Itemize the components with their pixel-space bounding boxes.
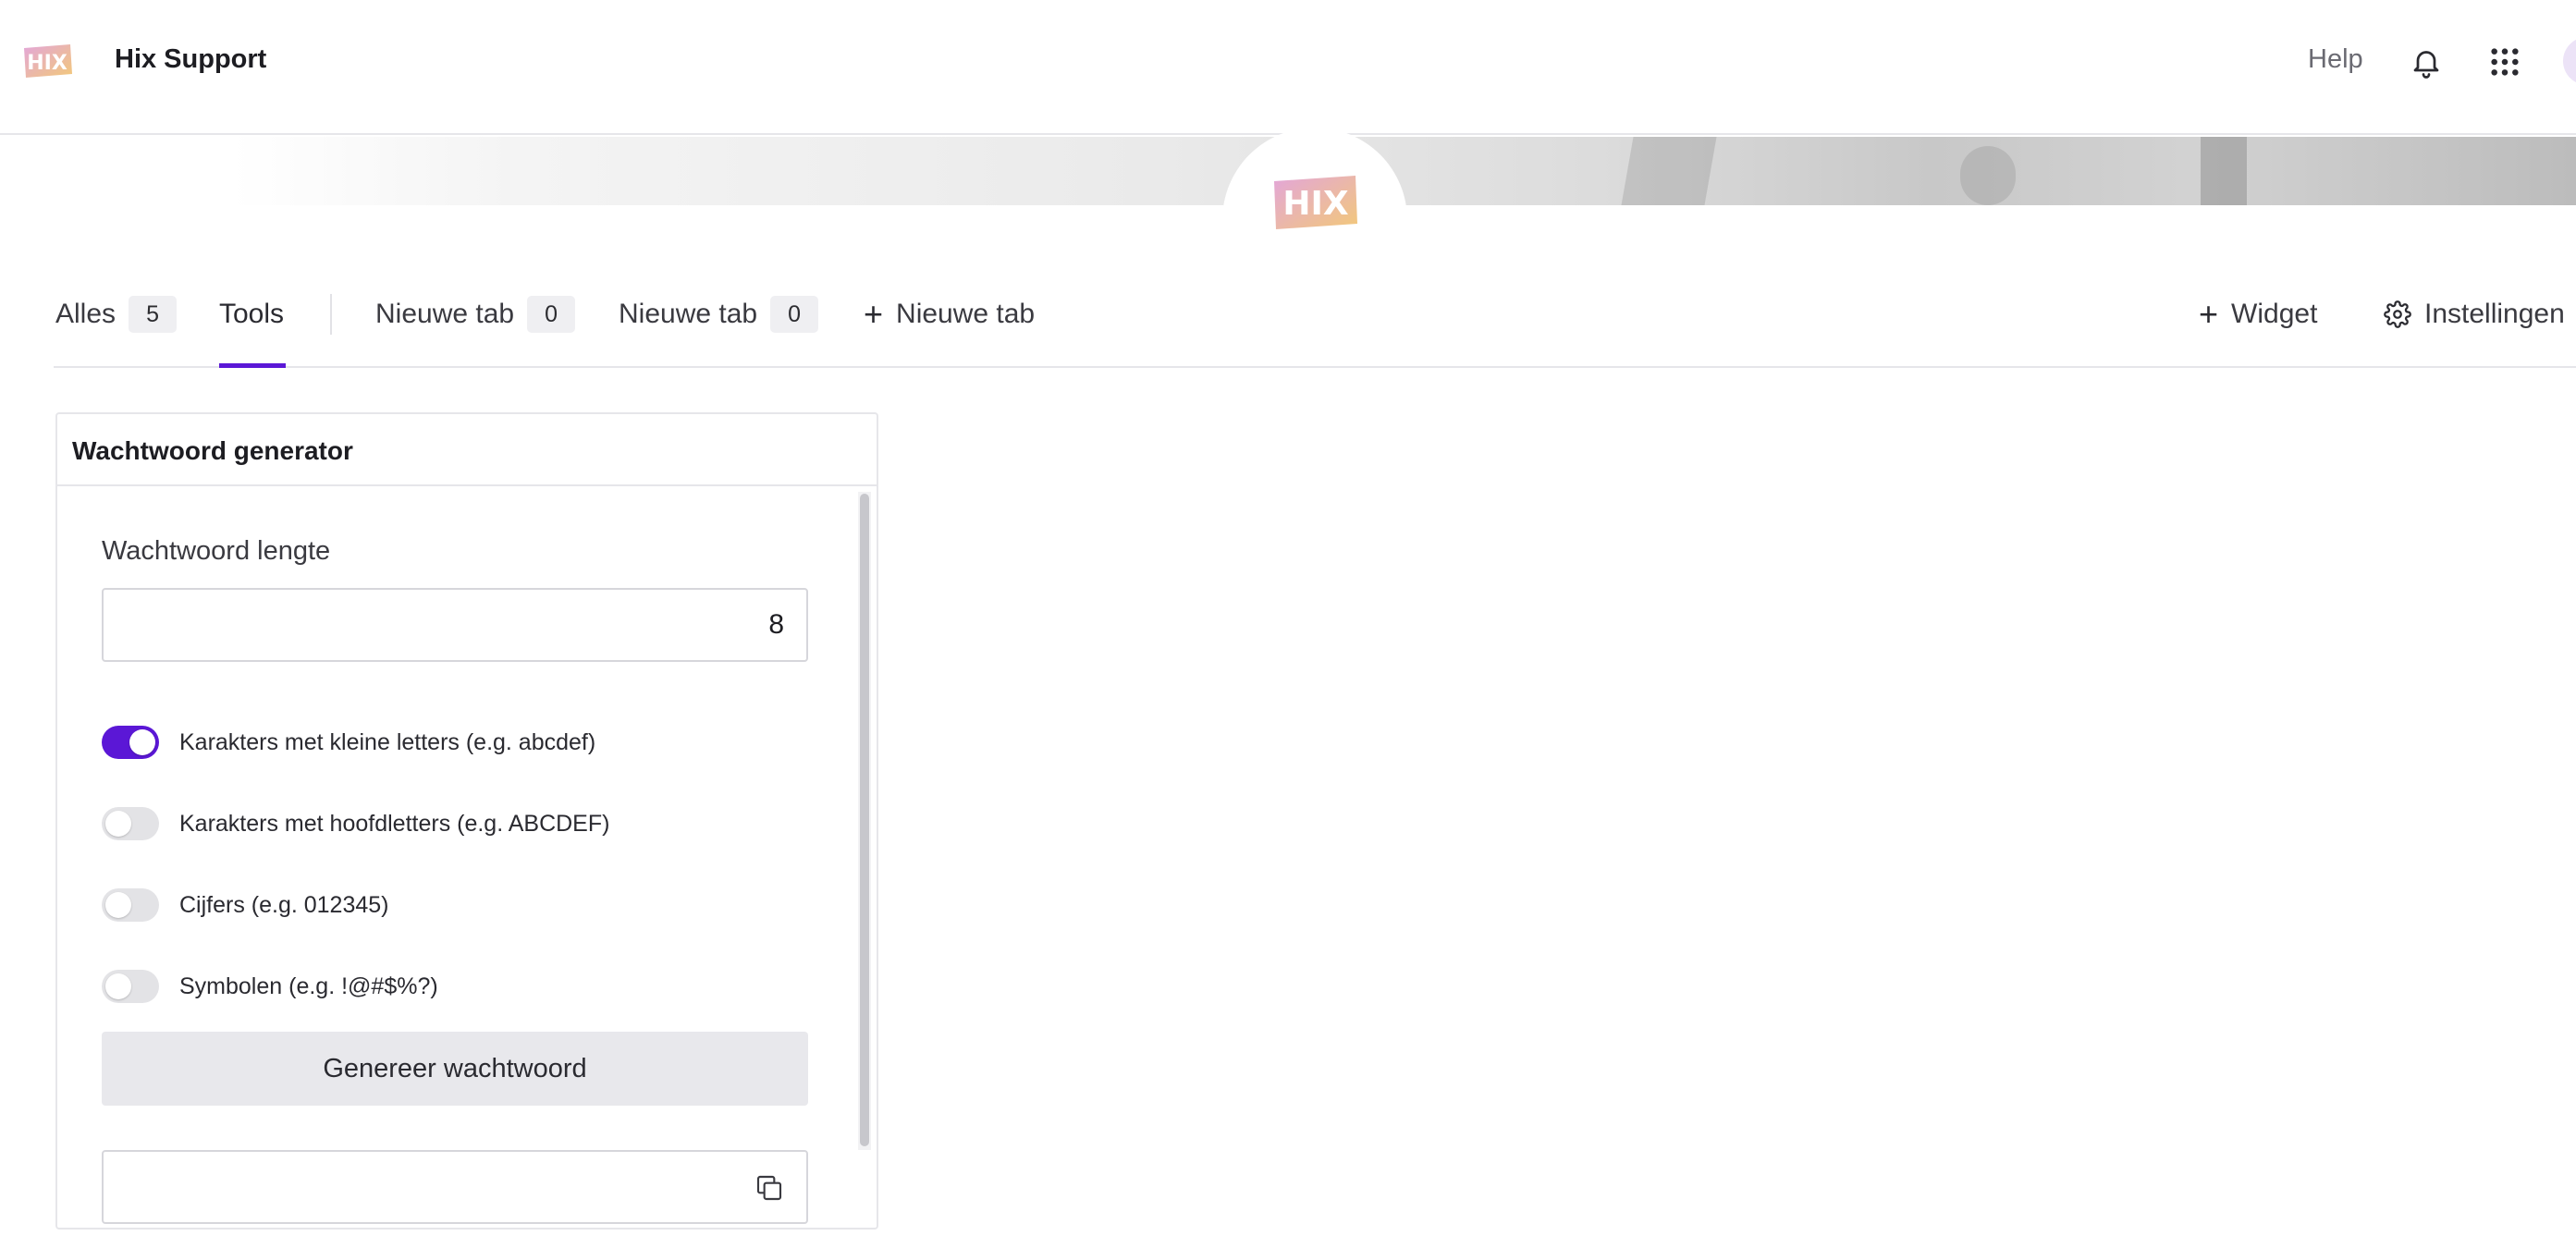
- widget-title: Wachtwoord generator: [72, 436, 353, 465]
- tab-label: Nieuwe tab: [896, 299, 1036, 329]
- hix-banner-logo: HIX: [1274, 176, 1357, 229]
- tab-label: Tools: [219, 299, 285, 329]
- tab-label: Alles: [55, 299, 117, 329]
- active-tab-indicator: [219, 363, 286, 368]
- plus-icon: +: [2199, 295, 2219, 333]
- widget-label: Widget: [2231, 299, 2318, 329]
- scrollbar-thumb[interactable]: [860, 494, 869, 1146]
- digits-toggle[interactable]: [102, 888, 159, 922]
- avatar[interactable]: [2563, 37, 2576, 85]
- banner-decoration: [2201, 137, 2247, 205]
- copy-icon[interactable]: [754, 1172, 784, 1204]
- tab-alles[interactable]: Alles 5: [55, 294, 178, 335]
- tab-nieuwe-tab-2[interactable]: Nieuwe tab 0: [619, 294, 819, 335]
- password-output-field[interactable]: [102, 1150, 808, 1224]
- settings-label: Instellingen: [2424, 299, 2565, 329]
- lowercase-toggle[interactable]: [102, 726, 159, 759]
- gear-icon: [2384, 300, 2411, 328]
- svg-text:HIX: HIX: [1282, 185, 1349, 223]
- toggle-label: Karakters met hoofdletters (e.g. ABCDEF): [179, 810, 610, 837]
- tab-label: Nieuwe tab: [375, 299, 515, 329]
- symbols-toggle[interactable]: [102, 970, 159, 1003]
- option-lowercase: Karakters met kleine letters (e.g. abcde…: [102, 725, 595, 760]
- banner-decoration: [1960, 146, 2016, 205]
- top-bar: HIX Hix Support Help: [0, 0, 2576, 135]
- tab-nieuwe-tab-1[interactable]: Nieuwe tab 0: [375, 294, 576, 335]
- toggle-label: Symbolen (e.g. !@#$%?): [179, 973, 438, 999]
- hix-logo[interactable]: HIX: [20, 43, 74, 80]
- toggle-label: Cijfers (e.g. 012345): [179, 891, 389, 918]
- tab-bar-divider: [54, 366, 2576, 368]
- password-length-input[interactable]: [102, 588, 808, 662]
- banner-decoration: [1621, 137, 1717, 205]
- add-widget-button[interactable]: + Widget: [2199, 294, 2317, 335]
- generate-password-button[interactable]: Genereer wachtwoord: [102, 1032, 808, 1106]
- tab-label: Nieuwe tab: [619, 299, 758, 329]
- widget-header: Wachtwoord generator: [57, 414, 877, 486]
- toggle-label: Karakters met kleine letters (e.g. abcde…: [179, 728, 596, 755]
- bell-icon[interactable]: [2410, 44, 2443, 80]
- page: HIX Hix Support Help HIX Alles 5 Tools N…: [0, 0, 2576, 1248]
- apps-grid-icon[interactable]: [2489, 46, 2521, 78]
- tab-count-badge: 0: [770, 296, 819, 333]
- tab-count-badge: 5: [129, 296, 178, 333]
- tab-tools[interactable]: Tools: [219, 294, 284, 335]
- option-uppercase: Karakters met hoofdletters (e.g. ABCDEF): [102, 806, 609, 841]
- help-link[interactable]: Help: [2308, 44, 2363, 75]
- uppercase-toggle[interactable]: [102, 807, 159, 840]
- tab-divider: [330, 294, 332, 335]
- option-digits: Cijfers (e.g. 012345): [102, 887, 389, 923]
- password-length-label: Wachtwoord lengte: [102, 536, 331, 566]
- app-title: Hix Support: [115, 44, 267, 74]
- svg-text:HIX: HIX: [27, 52, 67, 75]
- plus-icon: +: [864, 295, 884, 333]
- add-tab-button[interactable]: + Nieuwe tab: [864, 294, 1035, 335]
- settings-button[interactable]: Instellingen: [2384, 294, 2565, 335]
- tab-count-badge: 0: [527, 296, 576, 333]
- option-symbols: Symbolen (e.g. !@#$%?): [102, 969, 438, 1004]
- password-generator-widget: Wachtwoord generator Wachtwoord lengte K…: [55, 412, 878, 1230]
